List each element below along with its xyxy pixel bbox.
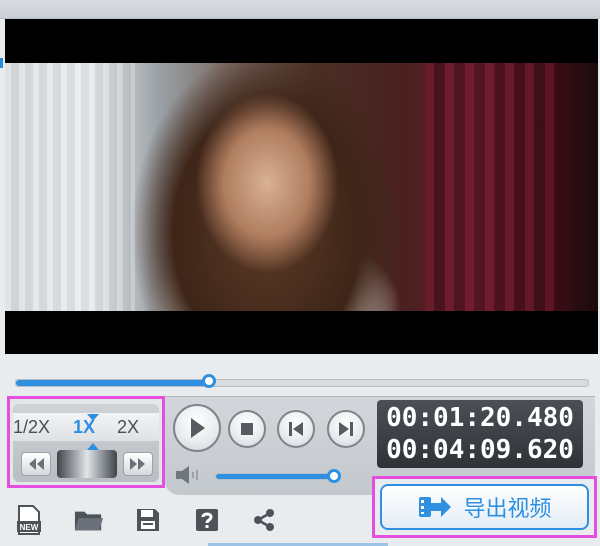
previous-frame-button[interactable] (277, 410, 315, 448)
curtain-left (5, 63, 135, 311)
open-folder-icon (74, 511, 104, 531)
current-time: 00:01:20.480 (386, 403, 574, 433)
volume-icon[interactable] (175, 466, 203, 489)
speed-options: 1/2X 1X 2X (13, 413, 159, 450)
stop-button[interactable] (228, 410, 266, 448)
share-button[interactable] (249, 505, 279, 535)
export-video-button[interactable]: 导出视频 (380, 484, 589, 530)
video-frame (5, 63, 598, 311)
save-icon (137, 509, 159, 531)
edge-marker (0, 58, 3, 68)
share-icon (254, 509, 274, 531)
speed-caret-bottom-icon (87, 443, 99, 450)
save-button[interactable] (133, 505, 163, 535)
volume-handle[interactable] (327, 469, 341, 483)
new-icon: NEW (17, 505, 41, 535)
seek-bar[interactable] (5, 372, 595, 392)
window-top-strip (0, 0, 600, 19)
seek-fill (16, 380, 211, 386)
bottom-toolbar: NEW (0, 497, 372, 546)
stop-icon (241, 423, 253, 435)
rewind-icon (29, 458, 44, 470)
speed-control-box: 1/2X 1X 2X (7, 396, 165, 488)
fast-forward-icon (130, 458, 145, 470)
time-display: 00:01:20.480 00:04:09.620 (377, 400, 583, 468)
help-icon (196, 509, 218, 531)
new-badge: NEW (20, 523, 39, 532)
open-button[interactable] (74, 505, 104, 535)
previous-frame-icon (289, 422, 303, 436)
speed-option-1x[interactable]: 1X (73, 417, 95, 438)
new-project-button[interactable]: NEW (14, 505, 44, 535)
help-button[interactable] (192, 505, 222, 535)
speed-option-2x[interactable]: 2X (117, 417, 139, 438)
seek-track[interactable] (15, 379, 589, 387)
speed-wheel[interactable] (57, 450, 117, 478)
export-highlight: 导出视频 (372, 476, 597, 538)
play-icon (191, 418, 205, 438)
fast-forward-button[interactable] (123, 452, 153, 476)
speed-control: 1/2X 1X 2X (13, 404, 159, 482)
rewind-button[interactable] (21, 452, 51, 476)
volume-slider[interactable] (215, 469, 341, 483)
speed-option-half[interactable]: 1/2X (13, 417, 50, 438)
export-video-label: 导出视频 (463, 497, 552, 522)
next-frame-icon (339, 422, 353, 436)
volume-fill (216, 474, 334, 479)
total-time: 00:04:09.620 (386, 435, 574, 465)
play-button[interactable] (173, 404, 221, 452)
video-preview[interactable] (5, 19, 598, 354)
export-icon (419, 497, 452, 517)
speaker-icon (176, 466, 198, 484)
next-frame-button[interactable] (327, 410, 365, 448)
curtain-right (425, 63, 565, 311)
